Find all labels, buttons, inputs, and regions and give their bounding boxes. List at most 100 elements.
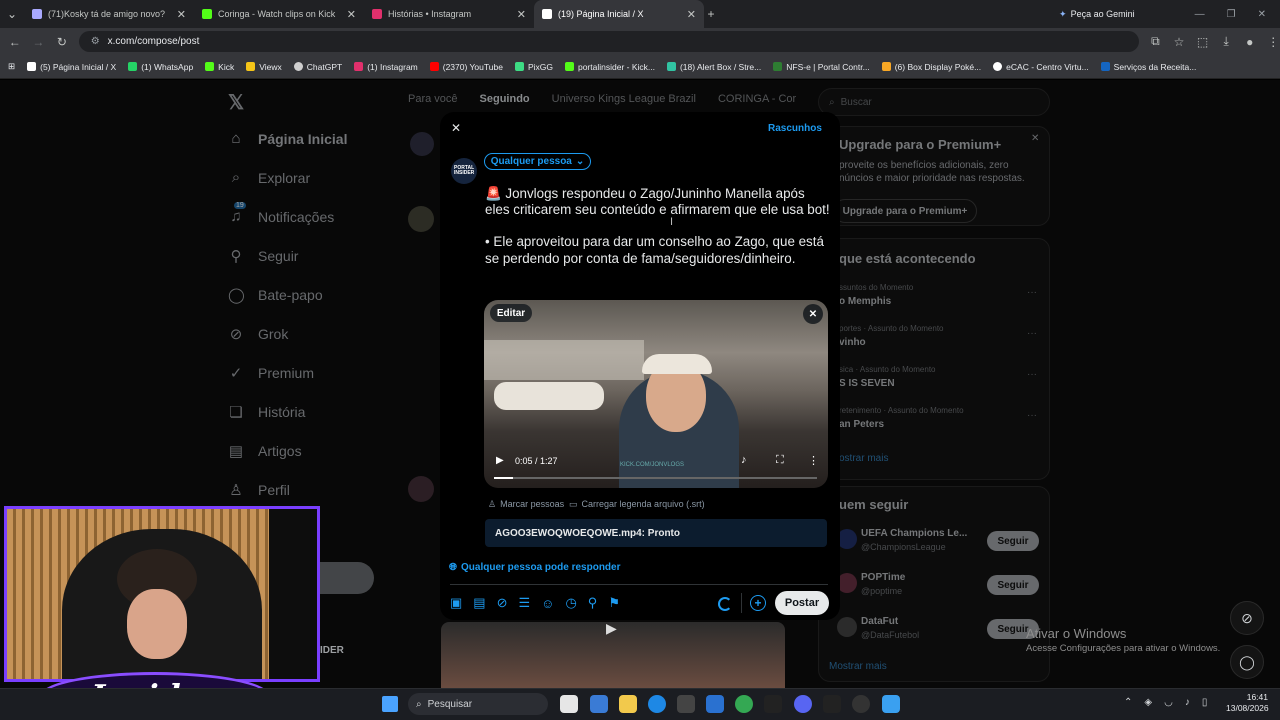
audience-dropdown[interactable]: Qualquer pessoa ⌄ [484,153,591,170]
star-icon[interactable]: ☆ [1172,35,1186,49]
url-input[interactable]: ⚙ x.com/compose/post [78,31,1139,52]
close-icon[interactable]: ✕ [517,8,526,21]
post-button[interactable]: Postar [775,591,829,615]
remove-media-close-icon[interactable]: ✕ [803,304,823,324]
bookmark-item[interactable]: Viewx [246,62,282,72]
poll-icon[interactable]: ☰ [519,595,531,611]
chat-fab-icon[interactable]: ◯ [1230,645,1264,679]
flag-icon[interactable]: ⚑ [608,595,620,611]
bookmark-item[interactable]: (6) Box Display Poké... [881,62,981,72]
maximize-icon[interactable]: ❐ [1227,9,1236,20]
close-icon[interactable]: ✕ [451,121,461,135]
tag-people-button[interactable]: ♙ Marcar pessoas [488,499,564,510]
play-icon[interactable]: ▶ [496,455,504,466]
bookmark-item[interactable]: (1) WhatsApp [128,62,193,72]
battery-icon[interactable]: ▯ [1202,697,1208,708]
chevron-up-icon[interactable]: ⌃ [1124,697,1132,708]
bookmark-item[interactable]: ChatGPT [293,62,342,72]
bookmark-item[interactable]: eCAC - Centro Virtu... [993,62,1089,72]
bookmark-item[interactable]: Kick [205,62,234,72]
back-icon[interactable]: ← [8,35,22,49]
post-text-input[interactable]: 🚨 Jonvlogs respondeu o Zago/Juninho Mane… [485,186,830,267]
taskbar-search-label: Pesquisar [427,698,473,710]
tab-2[interactable]: Histórias • Instagram ✕ [364,0,534,28]
tray-app-icon[interactable]: ◈ [1144,697,1152,708]
bookmark-item[interactable]: (18) Alert Box / Stre... [666,62,761,72]
schedule-icon[interactable]: ◷ [565,595,576,611]
discord-icon[interactable] [794,695,812,713]
bookmark-label: (1) WhatsApp [141,61,194,72]
new-tab-icon[interactable]: + [704,7,718,21]
grok-fab-icon[interactable]: ⊘ [1230,601,1264,635]
forward-icon[interactable]: → [32,35,46,49]
instagram-icon [372,9,382,19]
extensions-icon[interactable]: ⬚ [1196,35,1210,49]
bookmark-item[interactable]: (2370) YouTube [429,62,503,72]
close-icon[interactable]: ✕ [347,8,356,21]
apps-icon[interactable]: ⊞ [8,61,15,72]
store-icon[interactable] [677,695,695,713]
edge-icon[interactable] [648,695,666,713]
app-icon[interactable] [706,695,724,713]
window-close-icon[interactable]: ✕ [1258,9,1266,20]
taskbar-clock[interactable]: 16:41 13/08/2026 [1226,692,1269,714]
kick-icon [564,62,574,71]
bookmark-item[interactable]: PixGG [514,62,553,72]
edit-media-button[interactable]: Editar [490,304,532,322]
url-text: x.com/compose/post [107,36,200,47]
task-view-icon[interactable] [560,695,578,713]
tab-1[interactable]: Coringa - Watch clips on Kick ✕ [194,0,364,28]
tab-0[interactable]: (71)Kosky tá de amigo novo? ✕ [24,0,194,28]
obs-icon[interactable] [852,695,870,713]
bookmark-item[interactable]: portalinsider - Kick... [564,62,655,72]
video-time: 0:05 / 1:27 [515,456,558,466]
capcut-icon[interactable] [764,695,782,713]
download-icon[interactable]: ⤓ [1219,34,1233,49]
add-post-icon[interactable]: + [750,595,766,611]
grok-icon[interactable]: ⊘ [497,595,508,611]
bookmark-item[interactable]: (5) Página Inicial / X [27,62,116,72]
x-icon [27,62,37,71]
chrome-icon[interactable] [735,695,753,713]
emoji-icon[interactable]: ☺ [541,596,554,611]
site-info-icon[interactable]: ⚙ [91,36,100,47]
tab-3-active[interactable]: (19) Página Inicial / X ✕ [534,0,704,28]
minimize-icon[interactable]: — [1195,9,1205,20]
avatar[interactable]: PORTAL INSIDER [451,158,477,184]
menu-icon[interactable]: ⋮ [1267,35,1280,49]
copilot-icon[interactable] [590,695,608,713]
close-icon[interactable]: ✕ [687,8,696,21]
audience-label: Qualquer pessoa [490,156,572,167]
windows-start-icon[interactable] [382,696,398,712]
volume-icon[interactable]: ♪ [1185,697,1190,708]
wifi-icon[interactable]: ◡ [1164,697,1173,708]
bookmark-item[interactable]: NFS-e | Portal Contr... [773,62,870,72]
volume-icon[interactable]: ♪ [741,454,747,466]
upload-caption-button[interactable]: ▭ Carregar legenda arquivo (.srt) [569,499,705,510]
gif-icon[interactable]: ▤ [473,595,485,611]
app-icon[interactable] [882,695,900,713]
video-progress-track[interactable] [494,477,817,479]
play-icon[interactable]: ▶ [606,620,617,637]
receita-icon [1100,62,1110,71]
reply-settings-button[interactable]: 🌐︎ Qualquer pessoa pode responder [449,562,620,573]
taskbar-search[interactable]: ⌕ Pesquisar [408,693,548,715]
install-icon[interactable]: ⧉ [1149,34,1163,49]
video-attachment[interactable]: KICK.COM/JONVLOGS Editar ✕ ▶ 0:05 / 1:27… [484,300,828,488]
location-icon[interactable]: ⚲ [588,595,598,611]
tab-search-icon[interactable]: ⌄ [0,7,24,21]
drafts-link[interactable]: Rascunhos [768,123,822,134]
upload-status-bar: AGOO3EWOQWOEQOWE.mp4: Pronto [485,519,827,547]
gemini-button[interactable]: ✦ Peça ao Gemini [1059,9,1135,20]
file-explorer-icon[interactable] [619,695,637,713]
bookmark-item[interactable]: (1) Instagram [354,62,418,72]
close-icon[interactable]: ✕ [177,8,186,21]
more-options-icon[interactable]: ⋮ [808,454,819,467]
fullscreen-icon[interactable]: ⛶ [776,454,784,467]
capcut-icon[interactable] [823,695,841,713]
bookmark-item[interactable]: Serviços da Receita... [1100,62,1196,72]
image-icon[interactable]: ▣ [450,595,462,611]
tab-favicon [32,9,42,19]
reload-icon[interactable]: ↻ [55,35,69,49]
profile-avatar-icon[interactable]: ● [1243,35,1257,49]
